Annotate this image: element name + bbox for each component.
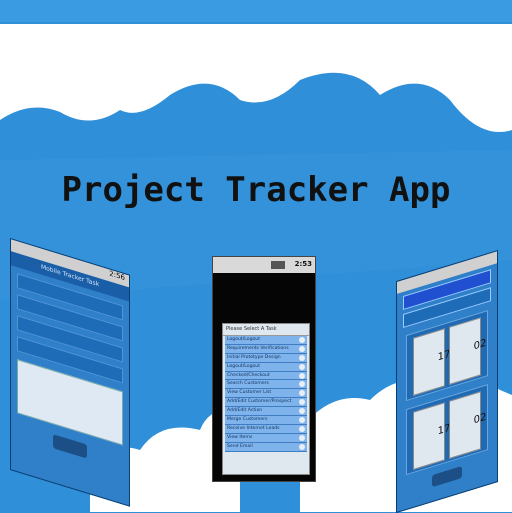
- list-item[interactable]: Checked/Checkout: [225, 371, 307, 381]
- list-item[interactable]: Send Email: [225, 442, 307, 452]
- chevron-right-icon: [299, 337, 305, 343]
- page-title: Project Tracker App: [61, 170, 451, 210]
- chevron-right-icon: [299, 345, 305, 352]
- hour-wheel: 17: [413, 328, 450, 396]
- list-item-label: Send Email: [227, 443, 253, 449]
- list-item-label: Merge Customers: [227, 417, 268, 423]
- task-list-panel: Please Select A Task Logout/Logout Requir…: [222, 323, 310, 475]
- list-item[interactable]: Receive Internet Leads: [225, 424, 307, 434]
- chevron-right-icon: [299, 381, 305, 388]
- list-item-label: Requirements Verifications: [227, 345, 289, 351]
- left-phone-screenshot: 2:56 Mobile Tracker Task: [10, 238, 130, 507]
- chevron-right-icon: [299, 372, 305, 379]
- chevron-right-icon: [299, 434, 305, 441]
- list-item[interactable]: Logout/Logout: [225, 362, 307, 372]
- signal-icon: [271, 261, 285, 269]
- list-item-label: Logout/Logout: [227, 337, 261, 342]
- chevron-right-icon: [299, 443, 305, 450]
- list-header: Please Select A Task: [223, 324, 309, 336]
- list-item-label: Checked/Checkout: [227, 372, 270, 378]
- submit-button: [432, 466, 462, 488]
- center-phone-screenshot: 2:53 Please Select A Task Logout/Logout R…: [212, 256, 316, 482]
- list-item-label: Logout/Logout: [227, 363, 261, 369]
- minute-value: 02: [473, 337, 487, 353]
- list-item-label: Initial Prototype Design: [227, 354, 281, 360]
- chevron-right-icon: [299, 390, 305, 397]
- time-picker: 17 02: [406, 384, 488, 476]
- list-item-label: Receive Internet Leads: [227, 425, 280, 431]
- list-item-label: View Customer List: [227, 390, 272, 396]
- status-bar: 2:53: [213, 257, 315, 273]
- submit-button: [53, 434, 87, 459]
- list-item-label: Search Customers: [227, 381, 269, 387]
- chevron-right-icon: [299, 354, 305, 361]
- status-time: 2:53: [294, 260, 312, 268]
- chevron-right-icon: [299, 363, 305, 370]
- list-item[interactable]: Search Customers: [225, 380, 307, 390]
- chevron-right-icon: [299, 425, 305, 432]
- list-item[interactable]: Add/Edit Action: [225, 407, 307, 417]
- chevron-right-icon: [299, 417, 305, 424]
- list-item[interactable]: Merge Customers: [225, 416, 307, 425]
- chevron-right-icon: [299, 399, 305, 406]
- list-item[interactable]: View Customer List: [225, 389, 307, 399]
- right-phone-screenshot: 17 02 17 02: [396, 250, 498, 513]
- list-item-label: Add/Edit Customer/Prospect: [227, 399, 292, 405]
- list-item[interactable]: View Items: [225, 433, 307, 443]
- list-item-label: View Items: [227, 434, 253, 440]
- chevron-right-icon: [299, 408, 305, 415]
- list-item[interactable]: Logout/Logout: [225, 336, 307, 345]
- list-item[interactable]: Requirements Verifications: [225, 344, 307, 354]
- hour-wheel: 17: [413, 402, 450, 470]
- list-item[interactable]: Initial Prototype Design: [225, 353, 307, 363]
- minute-wheel: 02: [449, 317, 486, 385]
- list-item[interactable]: Add/Edit Customer/Prospect: [225, 398, 307, 408]
- list-item-label: Add/Edit Action: [227, 408, 263, 414]
- minute-value: 02: [473, 411, 487, 427]
- minute-wheel: 02: [449, 391, 486, 459]
